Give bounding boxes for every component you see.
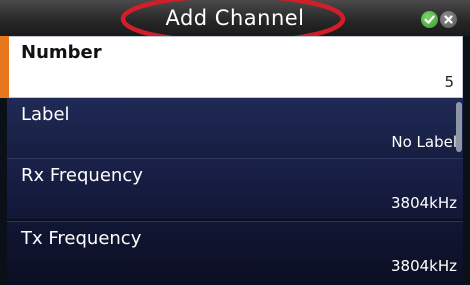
dialog-title: Add Channel (165, 6, 305, 30)
field-label: Label (21, 104, 70, 125)
field-value: 3804kHz (390, 257, 457, 275)
field-label: Number (21, 42, 102, 63)
field-label: Rx Frequency (21, 165, 143, 186)
field-label: Tx Frequency (21, 228, 142, 249)
add-channel-screen: Add Channel Number 5 Label No Label Rx F… (0, 0, 470, 285)
channel-fields-list: Number 5 Label No Label Rx Frequency 380… (0, 36, 463, 285)
field-value: 3804kHz (390, 194, 457, 212)
field-tx-frequency-row[interactable]: Tx Frequency 3804kHz (7, 222, 463, 285)
field-label-row[interactable]: Label No Label (7, 98, 463, 158)
field-number-row[interactable]: Number 5 (0, 36, 463, 98)
confirm-button[interactable] (421, 11, 438, 28)
scrollbar[interactable] (456, 102, 462, 152)
close-button[interactable] (440, 11, 457, 28)
check-icon (424, 15, 435, 24)
field-value: No Label (391, 133, 457, 151)
field-value: 5 (444, 73, 454, 91)
field-rx-frequency-row[interactable]: Rx Frequency 3804kHz (7, 159, 463, 219)
close-icon (444, 15, 453, 24)
title-bar: Add Channel (0, 0, 470, 45)
selection-indicator (0, 36, 9, 98)
